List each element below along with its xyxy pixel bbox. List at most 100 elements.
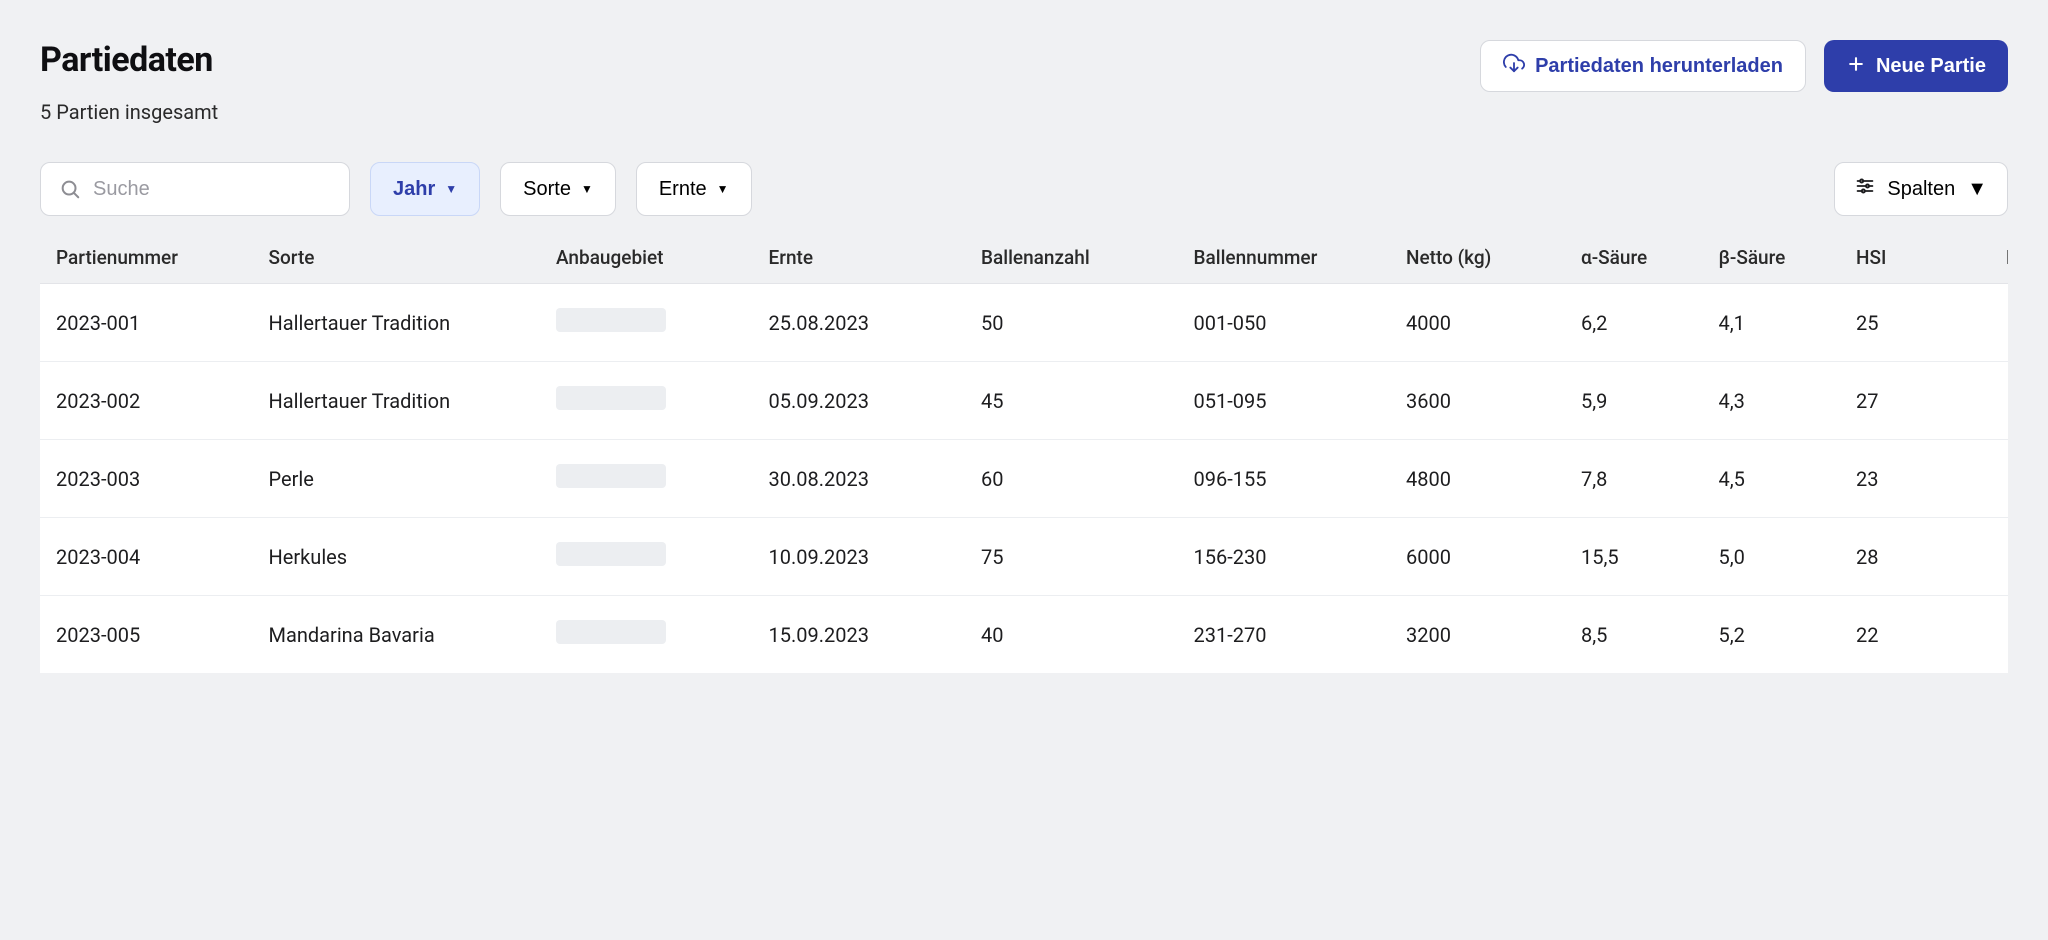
- cell-alpha: 5,9: [1565, 362, 1703, 440]
- skeleton-placeholder: [556, 386, 666, 410]
- cell-pflanzensch: EU-MRL: [1990, 362, 2008, 440]
- parties-table: Partienummer Sorte Anbaugebiet Ernte Bal…: [40, 232, 2008, 673]
- filter-variety-label: Sorte: [523, 178, 571, 201]
- skeleton-placeholder: [556, 620, 666, 644]
- search-icon: [59, 178, 81, 200]
- cell-ballennummer: 096-155: [1178, 440, 1391, 518]
- chevron-down-icon: ▼: [445, 182, 457, 196]
- filter-harvest-label: Ernte: [659, 178, 707, 201]
- cell-sorte: Mandarina Bavaria: [253, 596, 541, 674]
- cell-hsi: 27: [1840, 362, 1990, 440]
- search-input[interactable]: [93, 178, 331, 201]
- controls-row: Jahr ▼ Sorte ▼ Ernte ▼ Spalten ▼: [40, 162, 2008, 216]
- columns-button-label: Spalten: [1887, 178, 1955, 201]
- cell-sorte: Hallertauer Tradition: [253, 362, 541, 440]
- cell-netto: 4800: [1390, 440, 1565, 518]
- skeleton-placeholder: [556, 308, 666, 332]
- cell-netto: 4000: [1390, 284, 1565, 362]
- cell-ballenanzahl: 50: [965, 284, 1178, 362]
- cell-ernte: 10.09.2023: [753, 518, 966, 596]
- th-ernte[interactable]: Ernte: [753, 232, 966, 284]
- skeleton-placeholder: [556, 464, 666, 488]
- th-pflanzensch[interactable]: Pflanzensch: [1990, 232, 2008, 284]
- cell-ballennummer: 001-050: [1178, 284, 1391, 362]
- th-anbaugebiet[interactable]: Anbaugebiet: [540, 232, 753, 284]
- filter-year-label: Jahr: [393, 178, 435, 201]
- cell-partienummer: 2023-003: [40, 440, 253, 518]
- cell-ballenanzahl: 75: [965, 518, 1178, 596]
- page-title: Partiedaten: [40, 40, 218, 80]
- th-partienummer[interactable]: Partienummer: [40, 232, 253, 284]
- cell-ernte: 15.09.2023: [753, 596, 966, 674]
- th-netto[interactable]: Netto (kg): [1390, 232, 1565, 284]
- filter-variety[interactable]: Sorte ▼: [500, 162, 616, 216]
- cell-alpha: 15,5: [1565, 518, 1703, 596]
- th-ballennummer[interactable]: Ballennummer: [1178, 232, 1391, 284]
- check-icon: [2006, 545, 2008, 565]
- cell-netto: 3200: [1390, 596, 1565, 674]
- cell-hsi: 22: [1840, 596, 1990, 674]
- cell-anbaugebiet: [540, 284, 753, 362]
- cell-ernte: 25.08.2023: [753, 284, 966, 362]
- filter-year[interactable]: Jahr ▼: [370, 162, 480, 216]
- columns-button[interactable]: Spalten ▼: [1834, 162, 2008, 216]
- cell-alpha: 7,8: [1565, 440, 1703, 518]
- cell-ballenanzahl: 40: [965, 596, 1178, 674]
- page-subtitle: 5 Partien insgesamt: [40, 100, 218, 124]
- th-sorte[interactable]: Sorte: [253, 232, 541, 284]
- table-row[interactable]: 2023-001Hallertauer Tradition25.08.20235…: [40, 284, 2008, 362]
- table-row[interactable]: 2023-004Herkules 10.09.202375156-23060001…: [40, 518, 2008, 596]
- cell-partienummer: 2023-005: [40, 596, 253, 674]
- cell-netto: 3600: [1390, 362, 1565, 440]
- cell-pflanzensch: EU-MRL: [1990, 284, 2008, 362]
- cell-partienummer: 2023-002: [40, 362, 253, 440]
- cell-anbaugebiet: [540, 440, 753, 518]
- cell-anbaugebiet: [540, 518, 753, 596]
- table-row[interactable]: 2023-005Mandarina Bavaria15.09.202340231…: [40, 596, 2008, 674]
- cell-ballennummer: 156-230: [1178, 518, 1391, 596]
- skeleton-placeholder: [556, 542, 666, 566]
- header-actions: Partiedaten herunterladen Neue Partie: [1480, 40, 2008, 92]
- check-icon: [2006, 467, 2008, 487]
- cell-anbaugebiet: [540, 362, 753, 440]
- cell-beta: 4,3: [1703, 362, 1841, 440]
- new-partie-button[interactable]: Neue Partie: [1824, 40, 2008, 92]
- cell-sorte: Herkules: [253, 518, 541, 596]
- page-card: Partiedaten 5 Partien insgesamt Partieda…: [0, 0, 2048, 713]
- download-button-label: Partiedaten herunterladen: [1535, 55, 1783, 78]
- filter-harvest[interactable]: Ernte ▼: [636, 162, 752, 216]
- th-alpha[interactable]: α-Säure: [1565, 232, 1703, 284]
- cell-beta: 4,5: [1703, 440, 1841, 518]
- cell-partienummer: 2023-004: [40, 518, 253, 596]
- table-row[interactable]: 2023-003Perle30.08.202360096-15548007,84…: [40, 440, 2008, 518]
- cell-ernte: 30.08.2023: [753, 440, 966, 518]
- cell-beta: 5,2: [1703, 596, 1841, 674]
- download-icon: [1503, 52, 1525, 80]
- check-icon: [2006, 623, 2008, 643]
- table-body: 2023-001Hallertauer Tradition25.08.20235…: [40, 284, 2008, 674]
- sliders-icon: [1855, 176, 1875, 202]
- cell-netto: 6000: [1390, 518, 1565, 596]
- cell-pflanzensch: EU-MRL: [1990, 518, 2008, 596]
- cell-ernte: 05.09.2023: [753, 362, 966, 440]
- cell-ballenanzahl: 60: [965, 440, 1178, 518]
- cell-ballennummer: 051-095: [1178, 362, 1391, 440]
- th-beta[interactable]: β-Säure: [1703, 232, 1841, 284]
- cell-anbaugebiet: [540, 596, 753, 674]
- cell-pflanzensch: EU-MRL: [1990, 440, 2008, 518]
- table-scroll[interactable]: Partienummer Sorte Anbaugebiet Ernte Bal…: [40, 232, 2008, 673]
- th-hsi[interactable]: HSI: [1840, 232, 1990, 284]
- table-header-row: Partienummer Sorte Anbaugebiet Ernte Bal…: [40, 232, 2008, 284]
- chevron-down-icon: ▼: [1967, 178, 1987, 201]
- search-field[interactable]: [40, 162, 350, 216]
- table-row[interactable]: 2023-002Hallertauer Tradition 05.09.2023 4…: [40, 362, 2008, 440]
- new-partie-label: Neue Partie: [1876, 55, 1986, 78]
- cell-alpha: 8,5: [1565, 596, 1703, 674]
- download-button[interactable]: Partiedaten herunterladen: [1480, 40, 1806, 92]
- check-icon: [2006, 389, 2008, 409]
- th-ballenanzahl[interactable]: Ballenanzahl: [965, 232, 1178, 284]
- cell-hsi: 25: [1840, 284, 1990, 362]
- plus-icon: [1846, 54, 1866, 78]
- cell-hsi: 28: [1840, 518, 1990, 596]
- cell-sorte: Hallertauer Tradition: [253, 284, 541, 362]
